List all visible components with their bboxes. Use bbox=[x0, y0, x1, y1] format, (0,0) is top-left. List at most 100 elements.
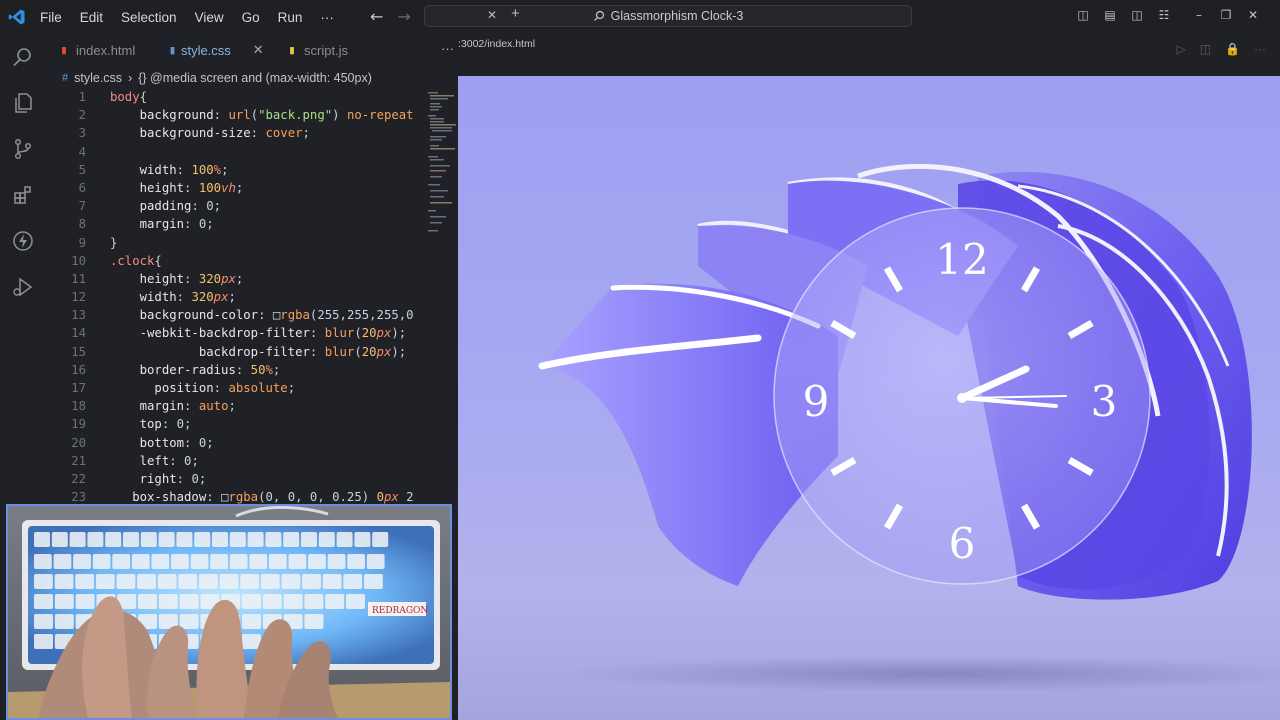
clock-number-6: 6 bbox=[949, 519, 976, 568]
activity-lightning[interactable] bbox=[0, 218, 46, 264]
lock-icon[interactable]: 🔒 bbox=[1225, 42, 1240, 56]
code-line[interactable]: 8 margin: 0; bbox=[46, 217, 458, 235]
close-tab-icon[interactable]: ✕ bbox=[253, 42, 264, 58]
breadcrumb-file[interactable]: style.css bbox=[74, 71, 122, 85]
line-number: 17 bbox=[71, 381, 86, 395]
layout-icon[interactable]: ☷ bbox=[1157, 8, 1171, 22]
tab-script-js[interactable]: ▮ script.js bbox=[274, 34, 360, 66]
tab-style-css[interactable]: ▮ style.css ✕ bbox=[158, 34, 274, 66]
keyboard-key bbox=[95, 574, 115, 589]
keyboard-key bbox=[75, 574, 95, 589]
split-editor-icon[interactable]: ◫ bbox=[1200, 42, 1211, 56]
code-line[interactable]: 7 padding: 0; bbox=[46, 199, 458, 217]
more-actions-icon[interactable]: ··· bbox=[441, 41, 454, 56]
code-line[interactable]: 15 backdrop-filter: blur(20px); bbox=[46, 345, 458, 363]
menu-selection[interactable]: Selection bbox=[121, 10, 177, 25]
minimize-icon[interactable]: – bbox=[1192, 8, 1206, 22]
code-line[interactable]: 21 left: 0; bbox=[46, 454, 458, 472]
keyboard-key bbox=[34, 614, 53, 629]
code-line[interactable]: 22 right: 0; bbox=[46, 472, 458, 490]
clock-center bbox=[957, 393, 967, 403]
back-arrow-icon[interactable]: ← bbox=[370, 7, 383, 26]
code-line[interactable]: 10 .clock{ bbox=[46, 254, 458, 272]
code-line[interactable]: 1 body{ bbox=[46, 90, 458, 108]
code-text: margin: auto; bbox=[110, 399, 236, 414]
run-icon[interactable]: ▷ bbox=[1176, 42, 1185, 56]
activity-source-control[interactable] bbox=[0, 126, 46, 172]
close-tab-icon[interactable]: ✕ bbox=[487, 8, 497, 22]
restore-icon[interactable]: ❐ bbox=[1219, 8, 1233, 22]
extensions-icon bbox=[14, 186, 31, 204]
keyboard-key bbox=[176, 532, 193, 547]
code-line[interactable]: 16 border-radius: 50%; bbox=[46, 363, 458, 381]
tab-index-html[interactable]: ▮ index.html bbox=[46, 34, 158, 66]
code-text: width: 100%; bbox=[110, 162, 229, 177]
toggle-secondary-sidebar-icon[interactable]: ◫ bbox=[1130, 8, 1144, 22]
code-line[interactable]: 12 width: 320px; bbox=[46, 290, 458, 308]
code-line[interactable]: 6 height: 100vh; bbox=[46, 181, 458, 199]
keyboard-key bbox=[51, 532, 68, 547]
keyboard-key bbox=[288, 554, 307, 569]
activity-run-debug[interactable] bbox=[0, 264, 46, 310]
code-line[interactable]: 3 background-size: cover; bbox=[46, 126, 458, 144]
keyboard-key bbox=[198, 574, 218, 589]
keyboard-key bbox=[268, 554, 287, 569]
menu-edit[interactable]: Edit bbox=[80, 10, 103, 25]
url-bar[interactable]: :3002/index.html bbox=[458, 34, 535, 54]
activity-search[interactable] bbox=[0, 34, 46, 80]
code-text: right: 0; bbox=[110, 471, 207, 486]
toggle-panel-icon[interactable]: ▤ bbox=[1103, 8, 1117, 22]
code-line[interactable]: 14 -webkit-backdrop-filter: blur(20px); bbox=[46, 326, 458, 344]
code-text: background-color: □rgba(255,255,255,0 bbox=[110, 308, 414, 323]
keyboard-key bbox=[123, 532, 139, 547]
window-title: Glassmorphism Clock-3 bbox=[610, 9, 744, 23]
code-line[interactable]: 18 margin: auto; bbox=[46, 399, 458, 417]
menu-go[interactable]: Go bbox=[242, 10, 260, 25]
code-area[interactable]: 1 body{2 background: url("back.png") no-r… bbox=[46, 90, 458, 508]
code-line[interactable]: 4 bbox=[46, 145, 458, 163]
menu-file[interactable]: File bbox=[40, 10, 62, 25]
menu-run[interactable]: Run bbox=[278, 10, 303, 25]
title-bar: File Edit Selection View Go Run ··· ← → … bbox=[0, 0, 1280, 34]
code-text: bottom: 0; bbox=[110, 435, 214, 450]
line-number: 2 bbox=[78, 108, 86, 123]
breadcrumb-symbol[interactable]: {} @media screen and (max-width: 450px) bbox=[138, 71, 372, 85]
menu-more[interactable]: ··· bbox=[320, 10, 334, 25]
keyboard-key bbox=[171, 554, 189, 569]
keyboard-key bbox=[92, 554, 111, 569]
new-tab-icon[interactable]: + bbox=[511, 5, 520, 22]
code-line[interactable]: 11 height: 320px; bbox=[46, 272, 458, 290]
code-line[interactable]: 20 bottom: 0; bbox=[46, 436, 458, 454]
chevron-right-icon: › bbox=[128, 71, 133, 85]
line-number: 1 bbox=[78, 90, 86, 104]
keyboard-key bbox=[34, 574, 53, 589]
code-text: -webkit-backdrop-filter: blur(20px); bbox=[110, 326, 407, 341]
code-line[interactable]: 17 position: absolute; bbox=[46, 381, 458, 399]
keyboard-key bbox=[116, 574, 136, 589]
code-line[interactable]: 5 width: 100%; bbox=[46, 163, 458, 181]
activity-extensions[interactable] bbox=[0, 172, 46, 218]
lightning-icon bbox=[13, 231, 33, 251]
more-actions-icon[interactable]: ··· bbox=[1254, 42, 1266, 56]
css-file-icon: ▮ bbox=[170, 44, 175, 55]
code-line[interactable]: 13 background-color: □rgba(255,255,255,0 bbox=[46, 308, 458, 326]
keyboard-photo: REDRAGON bbox=[8, 506, 450, 718]
minimap[interactable] bbox=[426, 90, 458, 250]
browser-preview: 12 3 6 9 bbox=[458, 76, 1280, 720]
toggle-sidebar-icon[interactable]: ◫ bbox=[1076, 8, 1090, 22]
clock-number-9: 9 bbox=[803, 377, 830, 426]
code-text: .clock{ bbox=[110, 253, 162, 268]
menu-view[interactable]: View bbox=[195, 10, 224, 25]
keyboard-key bbox=[73, 554, 91, 569]
keyboard-key bbox=[179, 594, 199, 609]
code-text: background-size: cover; bbox=[110, 126, 310, 141]
activity-explorer[interactable] bbox=[0, 80, 46, 126]
code-text: border-radius: 50%; bbox=[110, 362, 281, 377]
close-window-icon[interactable]: ✕ bbox=[1246, 8, 1260, 22]
keyboard-key bbox=[75, 594, 95, 609]
code-line[interactable]: 2 background: url("back.png") no-repeat bbox=[46, 108, 458, 126]
code-line[interactable]: 9} bbox=[46, 236, 458, 254]
forward-arrow-icon[interactable]: → bbox=[397, 7, 410, 26]
code-line[interactable]: 19 top: 0; bbox=[46, 417, 458, 435]
command-center[interactable]: ✕ + Glassmorphism Clock-3 bbox=[424, 5, 912, 27]
